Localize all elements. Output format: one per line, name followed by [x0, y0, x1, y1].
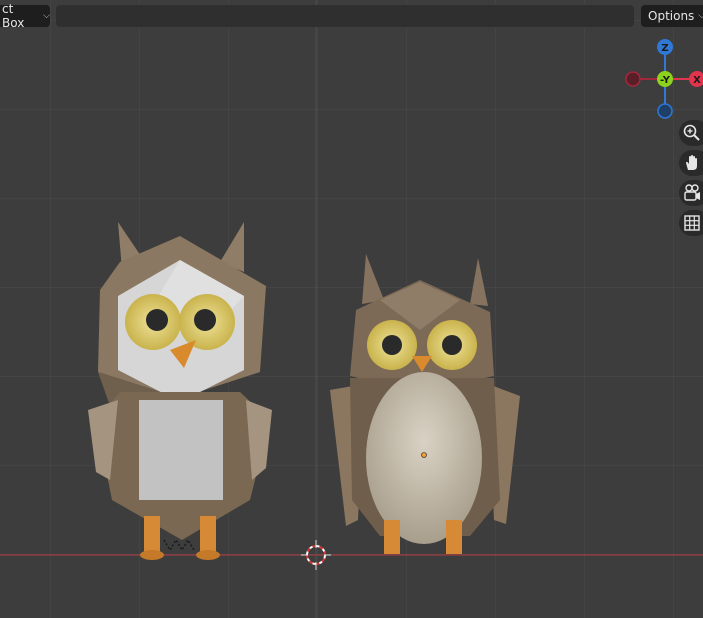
mode-label: ct Box — [2, 2, 25, 30]
gizmo-z-label: Z — [661, 43, 668, 54]
options-dropdown[interactable]: Options ⌵ — [641, 5, 703, 27]
zoom-icon — [683, 124, 700, 141]
camera-view-button[interactable] — [679, 180, 703, 206]
ortho-grid-icon — [684, 215, 700, 231]
pan-button[interactable] — [679, 150, 703, 176]
gizmo-neg-z-axis[interactable] — [657, 103, 673, 119]
chevron-down-icon: ⌵ — [43, 11, 50, 21]
chevron-down-icon: ⌵ — [698, 11, 703, 21]
gizmo-x-label: X — [693, 75, 701, 86]
camera-view-icon — [684, 184, 700, 201]
interaction-mode-dropdown[interactable]: ct Box ⌵ — [0, 2, 50, 30]
pan-hand-icon — [686, 155, 697, 170]
gizmo-neg-x-axis[interactable] — [625, 71, 641, 87]
viewport-header-bar — [56, 5, 634, 27]
3d-viewport[interactable]: Z X -Y — [0, 0, 703, 618]
zoom-button[interactable] — [679, 120, 703, 146]
ortho-toggle-button[interactable] — [679, 210, 703, 236]
options-label: Options — [648, 9, 695, 23]
gizmo-y-label: -Y — [660, 75, 671, 86]
